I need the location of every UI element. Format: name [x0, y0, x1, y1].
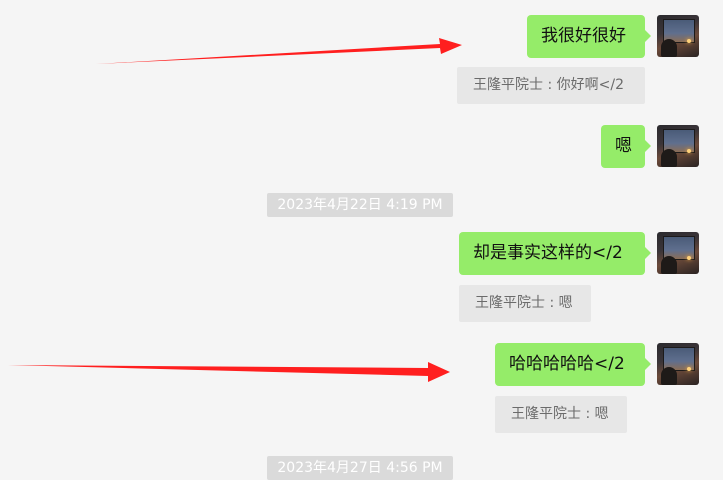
red-arrow-icon	[8, 362, 450, 382]
annotation-arrows	[8, 38, 462, 382]
red-arrow-icon	[96, 38, 462, 64]
